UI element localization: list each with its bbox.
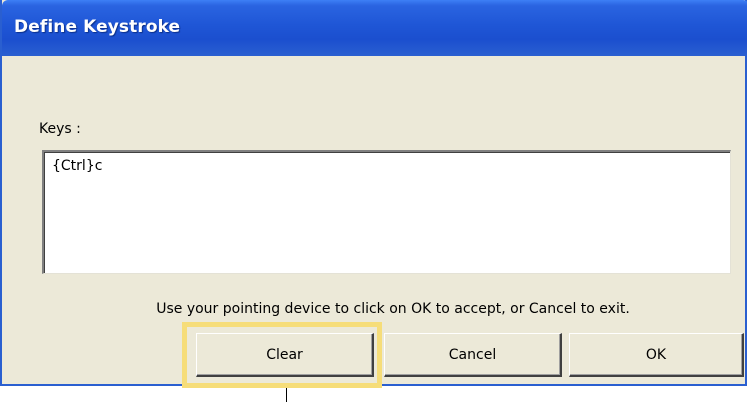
define-keystroke-dialog: Define Keystroke Keys : {Ctrl}c Use your… [0, 0, 747, 386]
ok-button[interactable]: OK [569, 333, 744, 377]
clear-button[interactable]: Clear [196, 333, 374, 377]
instructions-text: Use your pointing device to click on OK … [156, 301, 630, 317]
keys-field[interactable]: {Ctrl}c [42, 150, 731, 274]
cancel-button[interactable]: Cancel [384, 333, 562, 377]
window-title: Define Keystroke [14, 17, 181, 37]
callout-line [286, 388, 287, 402]
keys-value: {Ctrl}c [52, 158, 103, 174]
keys-label: Keys : [39, 121, 81, 137]
titlebar[interactable]: Define Keystroke [2, 0, 747, 56]
